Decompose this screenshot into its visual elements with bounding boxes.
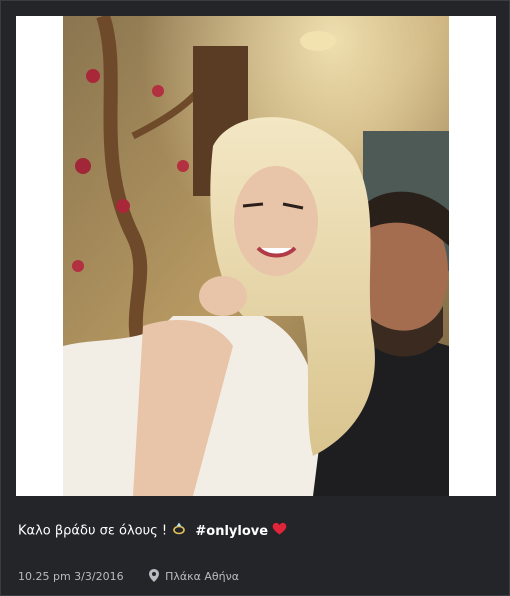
heart-icon (272, 522, 287, 541)
photo-illustration (63, 16, 449, 496)
post-location[interactable]: Πλάκα Αθήνα (149, 569, 239, 586)
post-card: Καλο βράδυ σε όλους ! #onlylove 10.25 pm… (0, 0, 510, 596)
post-caption: Καλο βράδυ σε όλους ! #onlylove (18, 521, 287, 541)
post-meta: 10.25 pm 3/3/2016 Πλάκα Αθήνα (18, 569, 239, 586)
ring-icon (171, 521, 187, 541)
map-pin-icon (149, 569, 160, 586)
photo-frame (16, 16, 496, 496)
location-label: Πλάκα Αθήνα (165, 570, 239, 583)
caption-text: Καλο βράδυ σε όλους ! (18, 523, 168, 539)
post-timestamp: 10.25 pm 3/3/2016 (18, 570, 124, 583)
hashtag-link[interactable]: #onlylove (195, 524, 268, 539)
post-photo[interactable] (63, 16, 449, 496)
